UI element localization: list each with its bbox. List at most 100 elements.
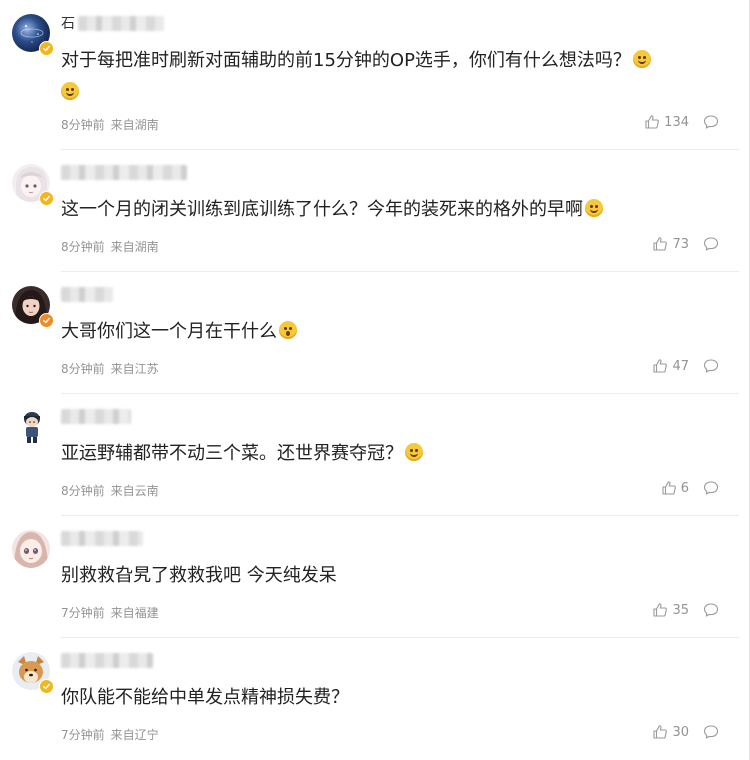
username[interactable]	[61, 286, 113, 302]
reply-button[interactable]	[703, 358, 719, 374]
comment-icon	[703, 603, 719, 617]
thumbs-up-icon	[653, 603, 668, 617]
username-text: 石	[61, 16, 75, 32]
comment-item: 别救救旮旯了救救我吧 今天纯发呆 7分钟前 来自福建 35	[0, 516, 749, 638]
comment-icon	[703, 359, 719, 373]
username[interactable]	[61, 408, 131, 424]
comment-location: 来自福建	[110, 606, 159, 620]
avatar[interactable]	[12, 408, 52, 448]
comment-location: 来自辽宁	[110, 728, 159, 742]
avatar[interactable]	[12, 530, 52, 570]
thumbs-up-icon	[653, 237, 668, 251]
comment-location: 来自湖南	[110, 118, 159, 132]
comment-item: 你队能不能给中单发点精神损失费？ 7分钟前 来自辽宁 30	[0, 638, 749, 760]
like-button[interactable]: 6	[661, 480, 689, 496]
comment-location: 来自云南	[110, 484, 159, 498]
hug-emoji-icon	[632, 50, 651, 68]
avatar[interactable]	[12, 652, 54, 694]
like-button[interactable]: 35	[652, 602, 689, 618]
comment-time: 8分钟前	[61, 118, 105, 132]
like-button[interactable]: 134	[644, 114, 689, 130]
comment-time: 8分钟前	[61, 240, 105, 254]
comment-time: 7分钟前	[61, 728, 105, 742]
comment-actions: 47	[652, 358, 719, 374]
like-count: 134	[664, 114, 689, 130]
verified-badge-icon	[39, 41, 54, 56]
avatar[interactable]	[12, 286, 54, 328]
like-count: 47	[672, 358, 689, 374]
comment-text: 亚运野辅都带不动三个菜。还世界赛夺冠？	[61, 438, 729, 470]
reply-button[interactable]	[703, 480, 719, 496]
comment-meta: 8分钟前 来自江苏	[61, 360, 159, 377]
laugh-cry-emoji-icon	[405, 443, 423, 461]
comment-actions: 30	[652, 724, 719, 740]
comment-text: 别救救旮旯了救救我吧 今天纯发呆	[61, 560, 729, 592]
blurred-username	[61, 408, 131, 424]
blurred-username	[61, 286, 113, 302]
like-button[interactable]: 47	[652, 358, 689, 374]
comment-list: 石 对于每把准时刷新对面辅助的前15分钟的OP选手，你们有什么想法吗？ 8分钟前…	[0, 0, 750, 760]
comment-location: 来自江苏	[110, 362, 159, 376]
comment-item: 这一个月的闭关训练到底训练了什么？今年的装死来的格外的早啊 8分钟前 来自湖南 7…	[0, 150, 749, 272]
comment-time: 8分钟前	[61, 362, 105, 376]
like-button[interactable]: 73	[652, 236, 689, 252]
comment-text-content: 别救救旮旯了救救我吧 今天纯发呆	[61, 565, 337, 586]
comment-text: 这一个月的闭关训练到底训练了什么？今年的装死来的格外的早啊	[61, 194, 729, 226]
reply-button[interactable]	[703, 602, 719, 618]
blurred-username	[61, 530, 143, 546]
like-count: 30	[672, 724, 689, 740]
comment-meta: 7分钟前 来自辽宁	[61, 726, 159, 743]
username[interactable]: 石	[61, 15, 164, 32]
thumbs-up-icon	[653, 359, 668, 373]
comment-icon	[703, 237, 719, 251]
comment-actions: 35	[652, 602, 719, 618]
like-count: 35	[672, 602, 689, 618]
shocked-emoji-icon	[279, 321, 297, 339]
blurred-username	[61, 164, 187, 180]
reply-button[interactable]	[703, 114, 719, 130]
blurred-username	[61, 652, 153, 668]
blurred-username	[78, 15, 164, 31]
comment-icon	[703, 481, 719, 495]
like-count: 6	[680, 480, 689, 496]
comment-meta: 8分钟前 来自湖南	[61, 238, 159, 255]
comment-item: 大哥你们这一个月在干什么 8分钟前 来自江苏 47	[0, 272, 749, 394]
avatar[interactable]	[12, 164, 54, 206]
verified-badge-icon	[39, 191, 54, 206]
username[interactable]	[61, 652, 153, 668]
comment-item: 亚运野辅都带不动三个菜。还世界赛夺冠？ 8分钟前 来自云南 6	[0, 394, 749, 516]
like-count: 73	[672, 236, 689, 252]
comment-text: 你队能不能给中单发点精神损失费？	[61, 682, 729, 714]
comment-location: 来自湖南	[110, 240, 159, 254]
comment-icon	[703, 725, 719, 739]
comment-actions: 6	[661, 480, 719, 496]
username[interactable]	[61, 164, 187, 180]
like-button[interactable]: 30	[652, 724, 689, 740]
thumbs-up-icon	[653, 725, 668, 739]
comment-text-content: 亚运野辅都带不动三个菜。还世界赛夺冠？	[61, 443, 403, 464]
comment-meta: 7分钟前 来自福建	[61, 604, 159, 621]
avatar[interactable]	[12, 14, 54, 56]
comment-text-content: 对于每把准时刷新对面辅助的前15分钟的OP选手，你们有什么想法吗？	[61, 50, 631, 71]
verified-badge-icon	[39, 313, 54, 328]
comment-actions: 134	[644, 114, 719, 130]
reply-button[interactable]	[703, 724, 719, 740]
comment-meta: 8分钟前 来自湖南	[61, 116, 159, 133]
cartoon-avatar-icon	[12, 408, 50, 446]
comment-item: 石 对于每把准时刷新对面辅助的前15分钟的OP选手，你们有什么想法吗？ 8分钟前…	[0, 0, 749, 150]
thumbs-up-icon	[662, 481, 676, 495]
comment-icon	[703, 115, 719, 129]
comment-text: 对于每把准时刷新对面辅助的前15分钟的OP选手，你们有什么想法吗？	[61, 45, 721, 109]
smile-emoji-icon	[585, 199, 603, 217]
thumbs-up-icon	[645, 115, 660, 129]
comment-actions: 73	[652, 236, 719, 252]
comment-time: 7分钟前	[61, 606, 105, 620]
verified-badge-icon	[39, 679, 54, 694]
username[interactable]	[61, 530, 143, 546]
comment-text: 大哥你们这一个月在干什么	[61, 316, 729, 348]
reply-button[interactable]	[703, 236, 719, 252]
doll-avatar-icon	[12, 530, 50, 568]
comment-meta: 8分钟前 来自云南	[61, 482, 159, 499]
comment-text-content: 这一个月的闭关训练到底训练了什么？今年的装死来的格外的早啊	[61, 199, 583, 220]
comment-text-content: 大哥你们这一个月在干什么	[61, 321, 277, 342]
